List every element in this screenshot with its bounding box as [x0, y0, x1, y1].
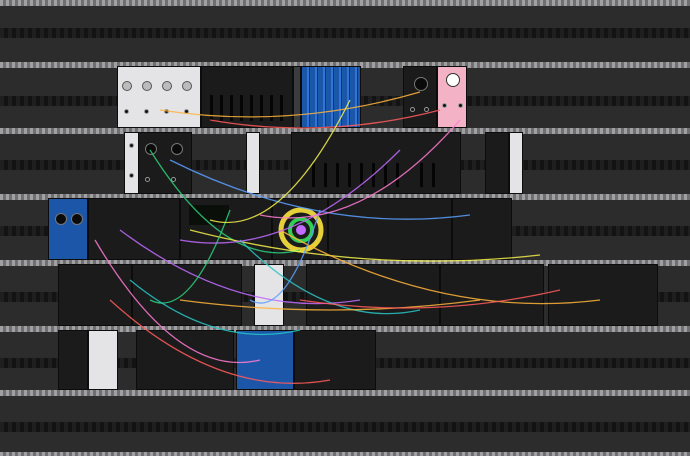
module-blue-panel[interactable] [48, 198, 88, 260]
fader[interactable] [230, 95, 233, 121]
module-mixer-large[interactable] [291, 132, 461, 194]
module-mixer-8ch[interactable] [201, 66, 293, 128]
knob[interactable] [122, 81, 132, 91]
module-output[interactable] [509, 132, 523, 194]
jack[interactable] [184, 109, 189, 114]
module-row5-a[interactable] [58, 330, 88, 390]
module-row3-d[interactable] [452, 198, 512, 260]
module-dual-filter[interactable] [138, 132, 192, 194]
fader[interactable] [396, 163, 399, 187]
module-vco[interactable] [403, 66, 437, 128]
module-row4-c[interactable] [254, 264, 284, 326]
module-scope[interactable] [485, 132, 509, 194]
fader[interactable] [420, 163, 423, 187]
knob[interactable] [71, 213, 83, 225]
module-blank [293, 66, 301, 128]
rack-rail [0, 452, 690, 456]
fader[interactable] [360, 163, 363, 187]
rack-rail-bar [0, 422, 690, 432]
knob[interactable] [162, 81, 172, 91]
fader[interactable] [210, 95, 213, 121]
knob[interactable] [142, 81, 152, 91]
module-row4-f[interactable] [548, 264, 658, 326]
module-row4-b[interactable] [132, 264, 242, 326]
module-pink-filter[interactable] [437, 66, 467, 128]
module-sequencer-blue[interactable] [301, 66, 361, 128]
module-row5-b[interactable] [88, 330, 118, 390]
fader[interactable] [432, 163, 435, 187]
jack[interactable] [124, 109, 129, 114]
module-row5-d[interactable] [236, 330, 294, 390]
module-row5-e[interactable] [294, 330, 376, 390]
module-row4-a[interactable] [58, 264, 132, 326]
fader[interactable] [280, 95, 283, 121]
knob[interactable] [145, 143, 157, 155]
module-narrow[interactable] [246, 132, 260, 194]
rack-rail [0, 390, 690, 396]
rack-rail [0, 0, 690, 6]
knob[interactable] [55, 213, 67, 225]
knob[interactable] [446, 73, 460, 87]
module-row3-a[interactable] [88, 198, 180, 260]
knob[interactable] [182, 81, 192, 91]
jack[interactable] [145, 177, 150, 182]
module-row5-c[interactable] [136, 330, 234, 390]
fader[interactable] [250, 95, 253, 121]
fader[interactable] [240, 95, 243, 121]
rack-canvas[interactable] [0, 0, 690, 456]
module-row3-b[interactable] [180, 198, 272, 260]
jack[interactable] [129, 143, 134, 148]
fader[interactable] [260, 95, 263, 121]
module-color-wheel[interactable] [272, 198, 328, 260]
knob[interactable] [414, 77, 428, 91]
module-row4-e[interactable] [440, 264, 544, 326]
fader[interactable] [270, 95, 273, 121]
jack[interactable] [458, 103, 463, 108]
jack[interactable] [442, 103, 447, 108]
module-row3-c[interactable] [328, 198, 452, 260]
knob[interactable] [171, 143, 183, 155]
fader[interactable] [324, 163, 327, 187]
jack[interactable] [144, 109, 149, 114]
fader[interactable] [312, 163, 315, 187]
fader[interactable] [348, 163, 351, 187]
jack[interactable] [129, 173, 134, 178]
jack[interactable] [164, 109, 169, 114]
fader[interactable] [220, 95, 223, 121]
fader[interactable] [372, 163, 375, 187]
jack[interactable] [424, 107, 429, 112]
jack[interactable] [171, 177, 176, 182]
module-vca-quad[interactable] [117, 66, 201, 128]
jack[interactable] [410, 107, 415, 112]
module-row4-d[interactable] [306, 264, 440, 326]
wheel-display [278, 207, 324, 253]
screen [189, 205, 229, 225]
rack-rail-bar [0, 28, 690, 38]
fader[interactable] [384, 163, 387, 187]
fader[interactable] [336, 163, 339, 187]
